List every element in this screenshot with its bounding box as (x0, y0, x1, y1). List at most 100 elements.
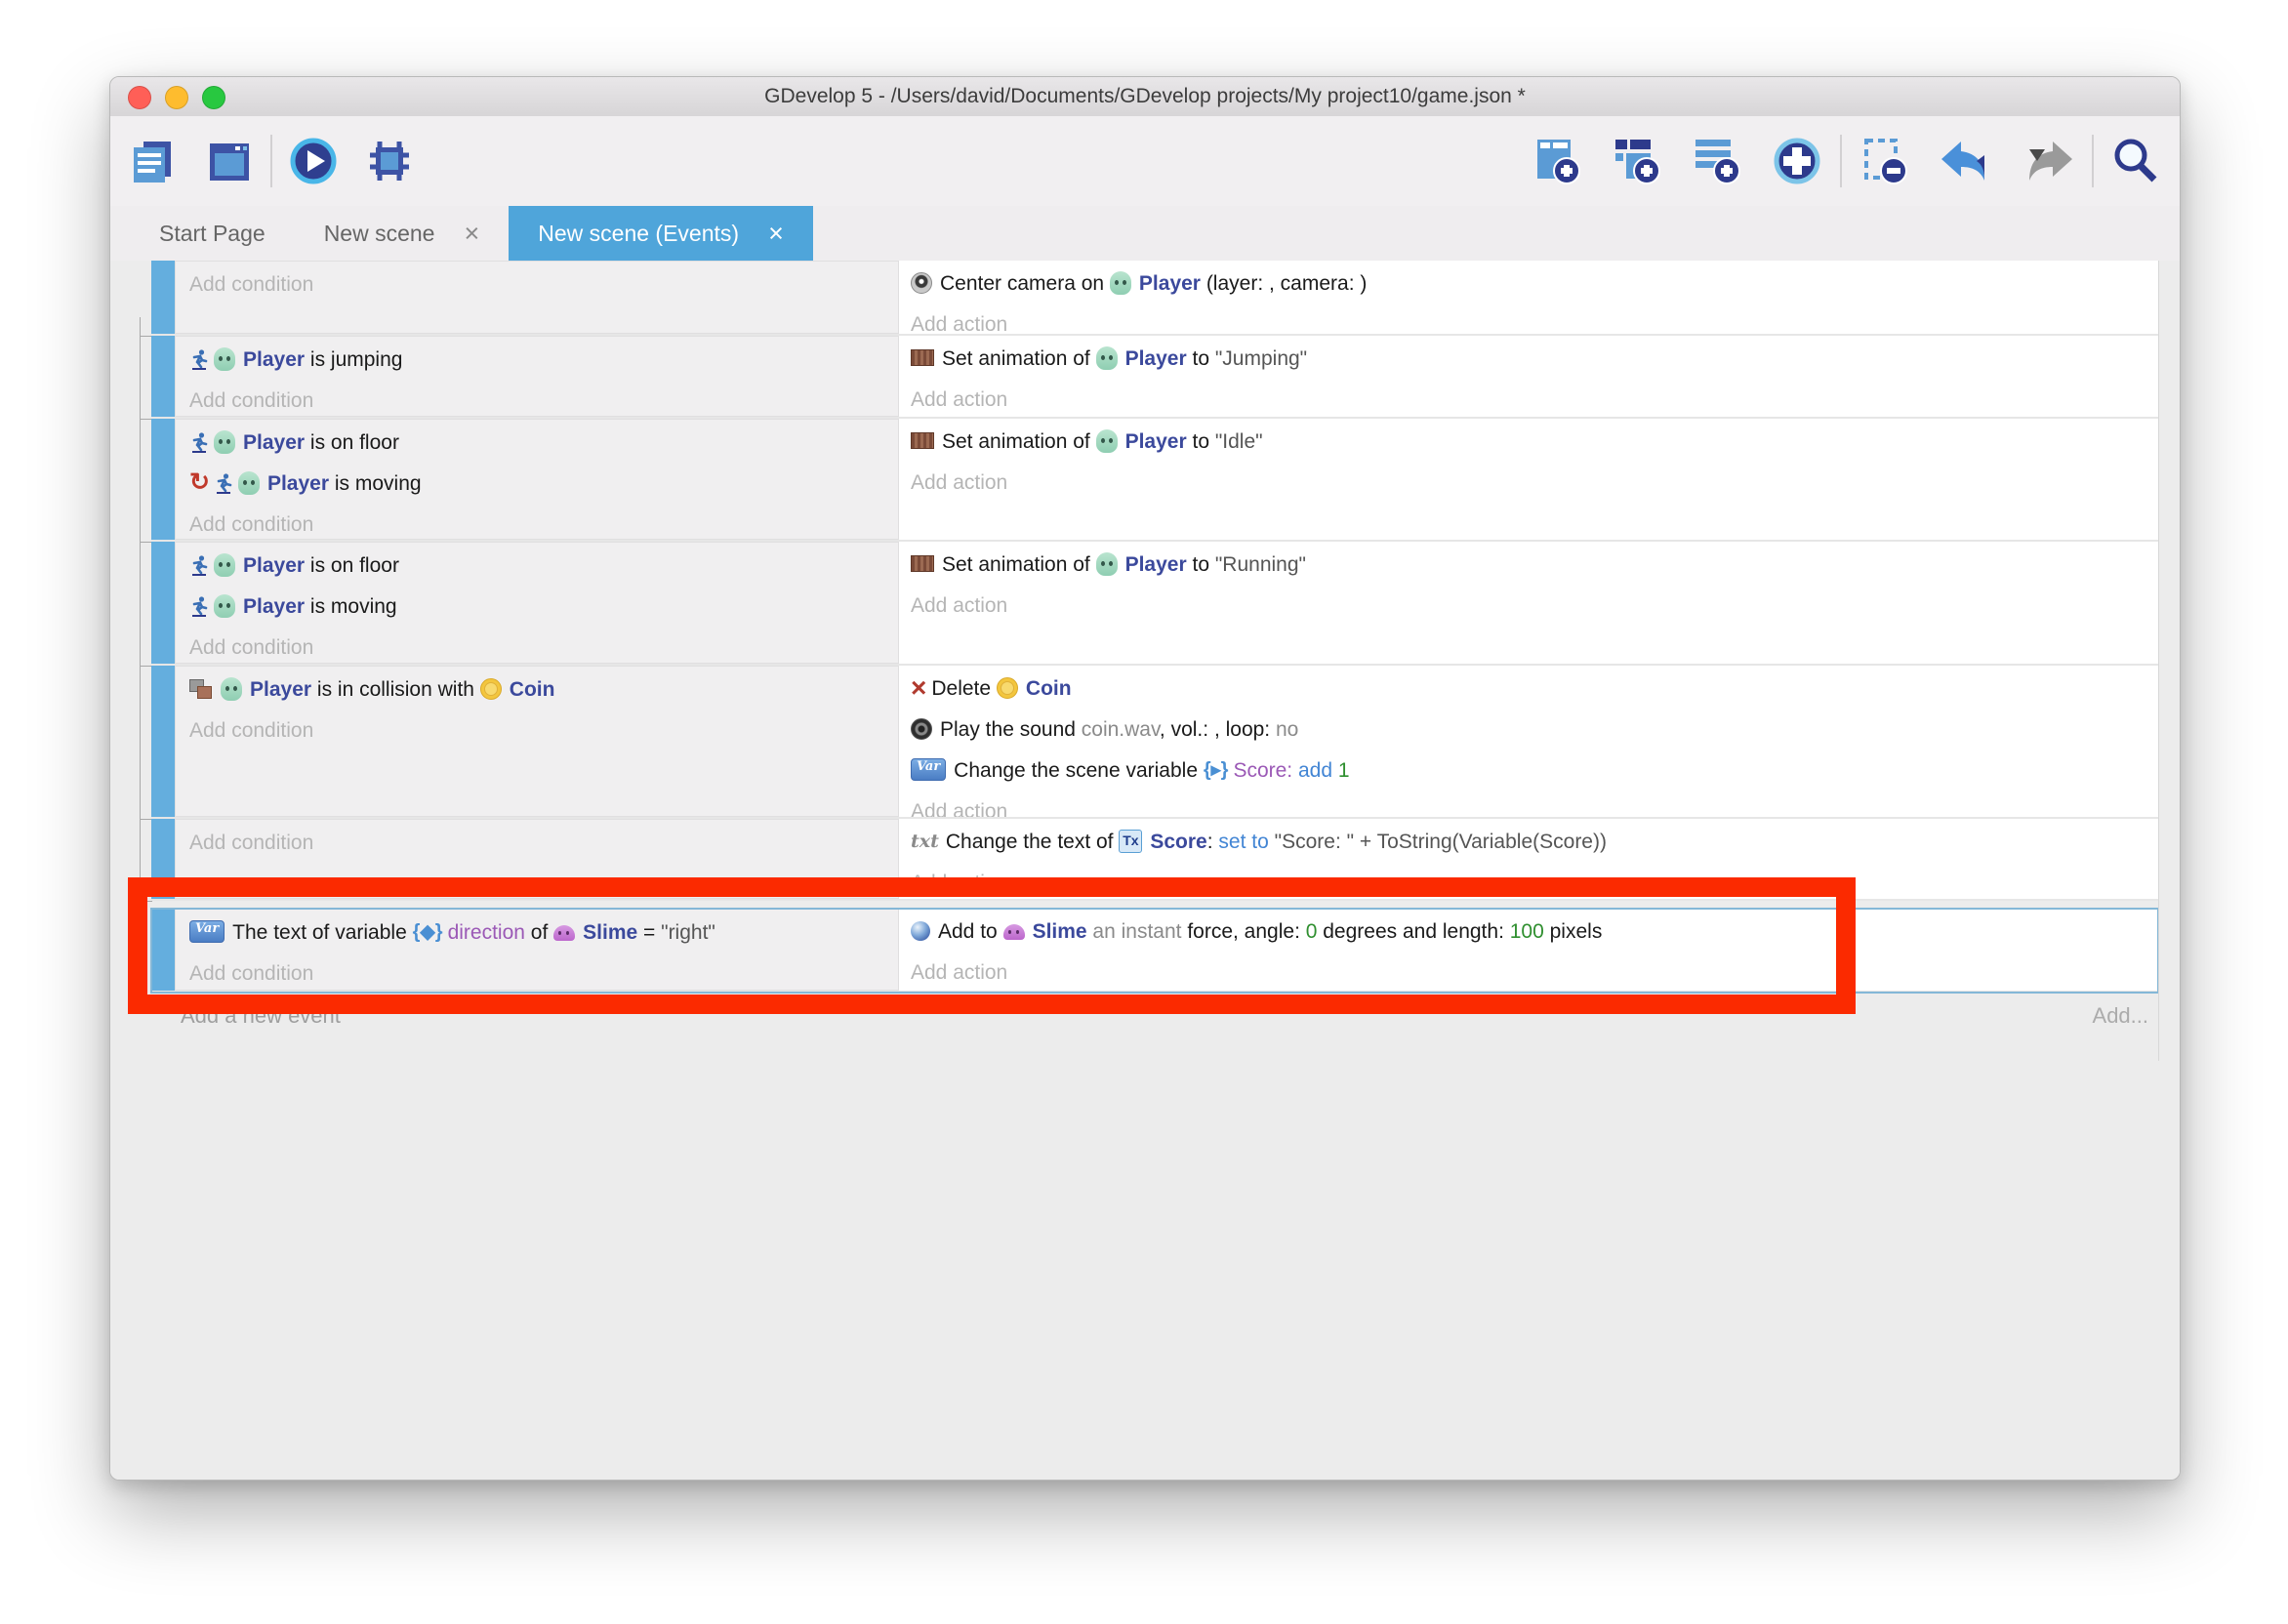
add-action-button[interactable]: Add action (911, 872, 1007, 894)
condition-item[interactable]: Player is moving (189, 587, 898, 628)
action-text: Delete (931, 677, 997, 700)
choose-event-button[interactable] (1770, 134, 1824, 188)
add-event-button[interactable] (1530, 134, 1584, 188)
action-add-line: Add action (911, 380, 2158, 417)
actions-cell[interactable]: Center camera on Player (layer: , camera… (899, 261, 2158, 334)
close-window-button[interactable] (128, 86, 151, 109)
add-comment-button[interactable] (1690, 134, 1744, 188)
var-icon: Var (189, 920, 225, 943)
condition-item[interactable]: Player is on floor (189, 423, 898, 464)
add-action-button[interactable]: Add action (911, 471, 1007, 494)
event-row[interactable]: Add condition txtChange the text of TxSco… (151, 819, 2158, 901)
actions-cell[interactable]: Set animation of Player to "Idle" Add act… (899, 419, 2158, 540)
add-subevent-button[interactable] (1610, 134, 1664, 188)
event-row[interactable]: Player is on floor↻Player is moving Add c… (151, 419, 2158, 542)
close-icon[interactable]: × (768, 221, 784, 247)
search-button[interactable] (2109, 135, 2162, 187)
action-text: "Score: " + ToString(Variable(Score)) (1275, 831, 1607, 853)
action-item[interactable]: Set animation of Player to "Running" (911, 545, 2158, 586)
conditions-cell[interactable]: Add condition (175, 819, 899, 899)
add-condition-button[interactable]: Add condition (189, 389, 313, 412)
player-icon (214, 553, 235, 577)
debug-button[interactable] (364, 136, 415, 186)
condition-item[interactable]: ↻Player is moving (189, 464, 898, 505)
add-condition-button[interactable]: Add condition (189, 962, 313, 985)
event-drag-bar[interactable] (151, 542, 175, 664)
add-condition-button[interactable]: Add condition (189, 273, 313, 296)
condition-add-line: Add condition (189, 505, 898, 540)
add-button[interactable]: Add... (2093, 1003, 2148, 1029)
actions-cell[interactable]: ×Delete CoinPlay the sound coin.wav, vol… (899, 666, 2158, 817)
play-button[interactable] (288, 136, 339, 186)
add-action-button[interactable]: Add action (911, 313, 1007, 334)
action-item[interactable]: Play the sound coin.wav, vol.: , loop: n… (911, 710, 2158, 751)
event-drag-bar[interactable] (151, 819, 175, 899)
condition-text: Slime (583, 921, 637, 944)
add-condition-button[interactable]: Add condition (189, 636, 313, 659)
project-manager-button[interactable] (128, 136, 179, 186)
condition-item[interactable]: VarThe text of variable {◆}direction of … (189, 913, 898, 954)
event-drag-bar[interactable] (151, 419, 175, 540)
add-action-button[interactable]: Add action (911, 594, 1007, 617)
action-add-line: Add action (911, 953, 2158, 991)
action-item[interactable]: txtChange the text of TxScore: set to "S… (911, 822, 2158, 863)
add-action-button[interactable]: Add action (911, 961, 1007, 984)
add-action-button[interactable]: Add action (911, 800, 1007, 817)
event-rows: Add condition Center camera on Player (la… (151, 261, 2158, 993)
actions-cell[interactable]: txtChange the text of TxScore: set to "S… (899, 819, 2158, 899)
event-drag-bar[interactable] (151, 666, 175, 817)
condition-text: "right" (661, 921, 715, 944)
undo-button[interactable] (1938, 136, 1994, 186)
tab-new-scene[interactable]: New scene × (295, 206, 510, 261)
event-row[interactable]: VarThe text of variable {◆}direction of … (151, 909, 2158, 993)
action-add-line: Add action (911, 586, 2158, 627)
condition-item[interactable]: Player is on floor (189, 546, 898, 587)
diamondbox-icon: {◆} (413, 922, 443, 942)
condition-item[interactable]: Player is jumping (189, 340, 898, 381)
add-condition-button[interactable]: Add condition (189, 832, 313, 854)
event-row[interactable]: Player is on floorPlayer is moving Add co… (151, 542, 2158, 666)
add-subevent-icon (1610, 177, 1664, 191)
platformer-icon (189, 595, 209, 617)
action-item[interactable]: Set animation of Player to "Jumping" (911, 339, 2158, 380)
event-row[interactable]: Player is in collision with Coin Add cond… (151, 666, 2158, 819)
event-row[interactable]: Add condition Center camera on Player (la… (151, 261, 2158, 336)
conditions-cell[interactable]: Player is jumping Add condition (175, 336, 899, 417)
tab-start-page[interactable]: Start Page (130, 206, 295, 261)
conditions-cell[interactable]: VarThe text of variable {◆}direction of … (175, 909, 899, 991)
conditions-cell[interactable]: Player is on floorPlayer is moving Add co… (175, 542, 899, 664)
tab-label: Start Page (159, 221, 266, 247)
zoom-window-button[interactable] (202, 86, 225, 109)
event-row[interactable]: Player is jumping Add condition Set animat… (151, 336, 2158, 419)
redo-button[interactable] (2020, 136, 2076, 186)
condition-text: is on floor (305, 431, 399, 454)
close-icon[interactable]: × (464, 221, 479, 247)
action-item[interactable]: ×Delete Coin (911, 669, 2158, 710)
condition-text: of (525, 921, 553, 944)
action-item[interactable]: VarChange the scene variable {▸}Score: a… (911, 751, 2158, 792)
condition-text: is jumping (305, 348, 402, 371)
conditions-cell[interactable]: Add condition (175, 261, 899, 334)
add-action-button[interactable]: Add action (911, 388, 1007, 411)
action-item[interactable]: Center camera on Player (layer: , camera… (911, 264, 2158, 304)
action-item[interactable]: Add to Slime an instant force, angle: 0 … (911, 912, 2158, 953)
condition-item[interactable]: Player is in collision with Coin (189, 670, 898, 710)
minimize-window-button[interactable] (165, 86, 188, 109)
conditions-cell[interactable]: Player is in collision with Coin Add cond… (175, 666, 899, 817)
delete-event-button[interactable] (1858, 134, 1912, 188)
scene-editor-button[interactable] (204, 136, 255, 186)
actions-cell[interactable]: Set animation of Player to "Jumping" Add … (899, 336, 2158, 417)
conditions-cell[interactable]: Player is on floor↻Player is moving Add c… (175, 419, 899, 540)
add-condition-button[interactable]: Add condition (189, 513, 313, 536)
add-condition-button[interactable]: Add condition (189, 719, 313, 742)
event-drag-bar[interactable] (151, 261, 175, 334)
action-item[interactable]: Set animation of Player to "Idle" (911, 422, 2158, 463)
condition-text: direction (448, 921, 525, 944)
event-drag-bar[interactable] (151, 336, 175, 417)
add-new-event-button[interactable]: Add a new event (181, 1003, 341, 1029)
event-drag-bar[interactable] (151, 909, 175, 991)
actions-cell[interactable]: Add to Slime an instant force, angle: 0 … (899, 909, 2158, 991)
action-text: to (1187, 347, 1215, 370)
actions-cell[interactable]: Set animation of Player to "Running" Add … (899, 542, 2158, 664)
tab-new-scene-events[interactable]: New scene (Events) × (509, 206, 813, 261)
